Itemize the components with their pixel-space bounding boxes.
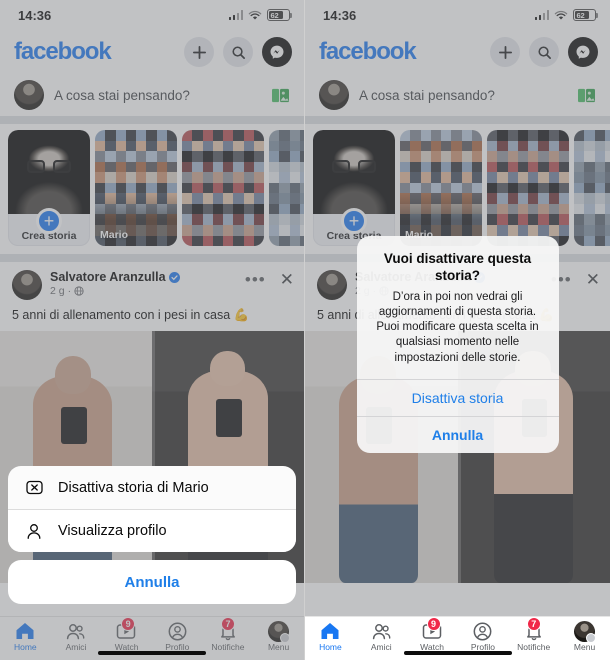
person-icon [27, 523, 41, 539]
nav-item-profilo[interactable]: Profilo [459, 621, 507, 652]
nav-item-menu[interactable]: Menu [561, 620, 609, 652]
nav-item-amici[interactable]: Amici [357, 621, 405, 652]
disable-story-alert: Vuoi disattivare questa storia? D’ora in… [356, 236, 559, 453]
alert-confirm-button[interactable]: Disattiva storia [356, 378, 559, 416]
nav-badge: 9 [426, 617, 441, 631]
nav-item-home[interactable]: Home [306, 621, 354, 652]
home-indicator [98, 651, 206, 655]
menu-avatar-icon [574, 620, 597, 643]
right-phone-screen: 14:36 62 facebook A cosa stai pensando? … [305, 0, 610, 660]
nav-label: Menu [573, 642, 596, 652]
action-sheet-item-label: Visualizza profilo [58, 523, 167, 539]
action-sheet-cancel-button[interactable]: Annulla [8, 560, 296, 604]
nav-badge: 7 [526, 617, 541, 631]
alert-cancel-button[interactable]: Annulla [356, 415, 559, 453]
home-indicator [403, 651, 512, 655]
dual-screenshot-stage: 14:36 62 facebook A cosa stai pensando? … [0, 0, 610, 660]
action-sheet-item-label: Disattiva storia di Mario [58, 479, 209, 496]
mute-box-icon [25, 480, 43, 495]
nav-label: Amici [370, 642, 392, 652]
nav-label: Home [319, 642, 342, 652]
story-action-sheet[interactable]: Disattiva storia di Mario Visualizza pro… [8, 466, 296, 604]
alert-title: Vuoi disattivare questa storia? [383, 251, 532, 284]
nav-item-watch[interactable]: 9 Watch [408, 617, 456, 652]
alert-message: D’ora in poi non vedrai gli aggiornament… [376, 290, 539, 364]
nav-item-notifiche[interactable]: 7 Notifiche [510, 617, 558, 652]
action-sheet-item-view-profile[interactable]: Visualizza profilo [8, 509, 296, 552]
nav-label: Notifiche [517, 642, 551, 652]
left-phone-screen: 14:36 62 facebook A cosa stai pensando? … [0, 0, 305, 660]
action-sheet-item-mute-story[interactable]: Disattiva storia di Mario [8, 466, 296, 509]
